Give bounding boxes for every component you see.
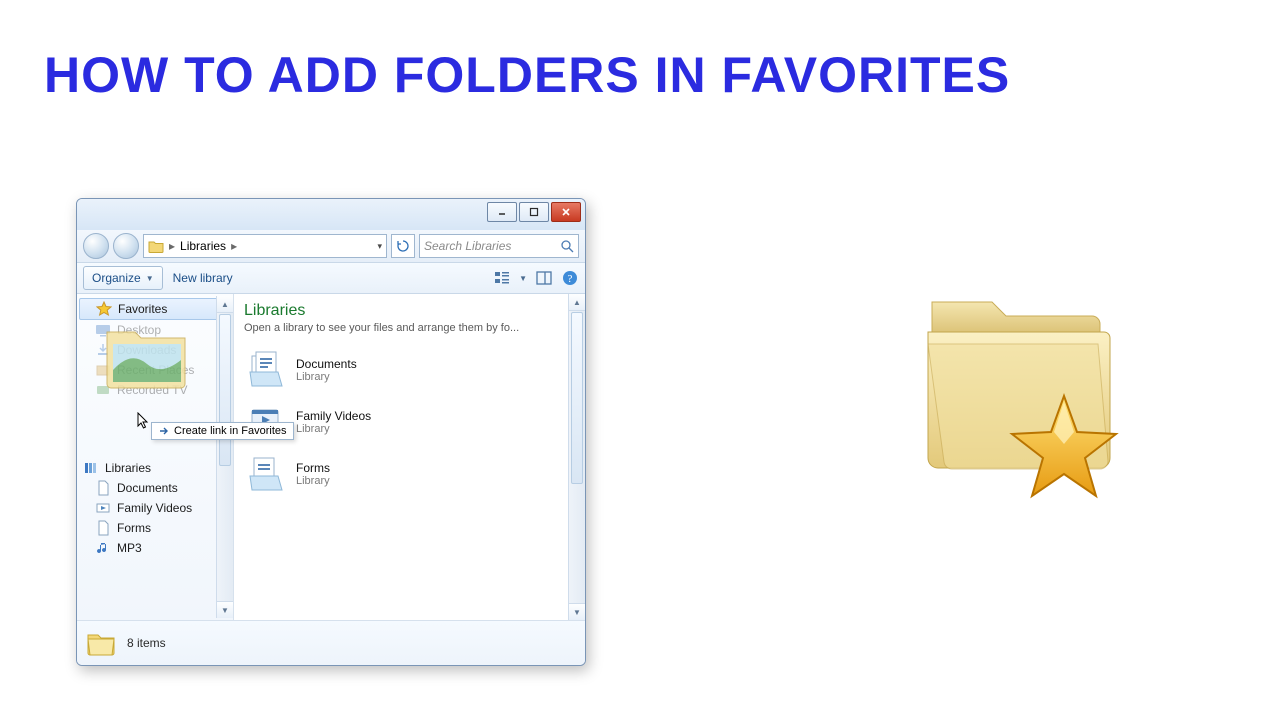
drag-tooltip-text: Create link in Favorites	[174, 425, 287, 437]
explorer-window: ▸ Libraries ▸ ▾ Search Libraries Organiz…	[76, 198, 586, 666]
page-title: HOW TO ADD FOLDERS IN FAVORITES	[44, 46, 1010, 104]
favorites-group[interactable]: Favorites	[79, 298, 231, 320]
forward-button[interactable]	[113, 233, 139, 259]
address-dropdown-icon[interactable]: ▾	[377, 241, 382, 252]
libraries-group[interactable]: Libraries	[77, 458, 233, 478]
scroll-thumb[interactable]	[219, 314, 231, 466]
minimize-button[interactable]	[487, 202, 517, 222]
document-icon	[95, 520, 111, 536]
back-button[interactable]	[83, 233, 109, 259]
new-library-button[interactable]: New library	[173, 271, 233, 285]
chevron-down-icon[interactable]: ▼	[519, 274, 527, 283]
nav-scrollbar[interactable]: ▲ ▼	[216, 296, 233, 618]
address-bar[interactable]: ▸ Libraries ▸ ▾	[143, 234, 387, 258]
libraries-icon	[83, 460, 99, 476]
forms-library-icon	[246, 454, 286, 494]
link-arrow-icon	[158, 425, 170, 437]
folder-icon	[85, 627, 117, 659]
status-text: 8 items	[127, 636, 166, 650]
star-icon	[96, 301, 112, 317]
library-item-family-videos[interactable]: Family Videos Library	[244, 396, 575, 448]
library-item-documents[interactable]: Documents Library	[244, 344, 575, 396]
desktop-icon	[95, 322, 111, 338]
download-icon	[95, 342, 111, 358]
favorites-folder-illustration	[902, 274, 1132, 504]
chevron-down-icon: ▼	[146, 274, 154, 283]
favorites-label: Favorites	[118, 302, 167, 316]
svg-text:?: ?	[568, 273, 573, 285]
toolbar: Organize ▼ New library ▼ ?	[77, 263, 585, 294]
search-icon	[560, 239, 574, 253]
sidebar-item-desktop[interactable]: Desktop	[77, 320, 233, 340]
document-icon	[95, 480, 111, 496]
library-item-forms[interactable]: Forms Library	[244, 448, 575, 500]
navigation-pane: Favorites Desktop Downloads Recent Place…	[77, 294, 234, 620]
refresh-button[interactable]	[391, 234, 415, 258]
content-subheading: Open a library to see your files and arr…	[244, 322, 575, 334]
tv-icon	[95, 382, 111, 398]
content-pane: Libraries Open a library to see your fil…	[234, 294, 585, 620]
organize-button[interactable]: Organize ▼	[83, 266, 163, 290]
music-icon	[95, 540, 111, 556]
nav-row: ▸ Libraries ▸ ▾ Search Libraries	[77, 230, 585, 263]
scroll-up-icon[interactable]: ▲	[217, 296, 233, 313]
video-icon	[95, 500, 111, 516]
breadcrumb-separator: ▸	[231, 239, 237, 253]
maximize-button[interactable]	[519, 202, 549, 222]
search-placeholder: Search Libraries	[424, 239, 511, 253]
sidebar-item-recorded-tv[interactable]: Recorded TV	[77, 380, 233, 400]
scroll-down-icon[interactable]: ▼	[569, 603, 585, 620]
close-button[interactable]	[551, 202, 581, 222]
help-button[interactable]: ?	[561, 269, 579, 287]
content-scrollbar[interactable]: ▲ ▼	[568, 294, 585, 620]
sidebar-item-recent-places[interactable]: Recent Places	[77, 360, 233, 380]
libraries-label: Libraries	[105, 461, 151, 475]
sidebar-item-documents[interactable]: Documents	[77, 478, 233, 498]
view-options-button[interactable]	[493, 269, 511, 287]
scroll-thumb[interactable]	[571, 312, 583, 484]
cursor-icon	[137, 412, 151, 430]
status-bar: 8 items	[77, 620, 585, 665]
scroll-down-icon[interactable]: ▼	[217, 601, 233, 618]
preview-pane-button[interactable]	[535, 269, 553, 287]
sidebar-item-downloads[interactable]: Downloads	[77, 340, 233, 360]
breadcrumb-segment[interactable]: Libraries	[180, 239, 226, 253]
titlebar	[77, 199, 585, 230]
folder-icon	[148, 238, 164, 254]
drag-tooltip: Create link in Favorites	[151, 422, 294, 440]
breadcrumb-separator: ▸	[169, 239, 175, 253]
organize-label: Organize	[92, 271, 141, 285]
scroll-up-icon[interactable]: ▲	[569, 294, 585, 311]
sidebar-item-family-videos[interactable]: Family Videos	[77, 498, 233, 518]
sidebar-item-mp3[interactable]: MP3	[77, 538, 233, 558]
search-box[interactable]: Search Libraries	[419, 234, 579, 258]
recent-icon	[95, 362, 111, 378]
content-heading: Libraries	[244, 302, 575, 320]
documents-library-icon	[246, 350, 286, 390]
sidebar-item-forms[interactable]: Forms	[77, 518, 233, 538]
